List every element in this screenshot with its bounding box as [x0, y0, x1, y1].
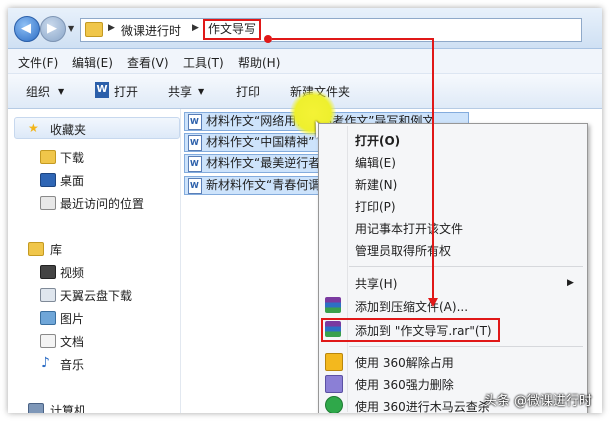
- download-folder-icon: [40, 150, 56, 164]
- menu-view[interactable]: 查看(V): [127, 54, 169, 71]
- menu-separator: [349, 346, 583, 347]
- nav-computer[interactable]: 计算机: [50, 402, 86, 413]
- menu-separator: [349, 266, 583, 267]
- nav-music[interactable]: 音乐: [60, 356, 84, 373]
- ctx-add-to-rar[interactable]: 添加到 "作文导写.rar"(T): [355, 322, 492, 339]
- word-document-icon: [188, 135, 202, 151]
- music-icon: ♪: [41, 355, 50, 371]
- menu-file[interactable]: 文件(F): [18, 54, 58, 71]
- recent-places-icon: [40, 196, 56, 210]
- winrar-icon: [325, 297, 341, 313]
- ctx-add-archive[interactable]: 添加到压缩文件(A)...: [355, 298, 468, 315]
- file-item[interactable]: 新材料作文“青春何谓”: [184, 176, 333, 195]
- file-name: 材料作文“中国精神”: [206, 135, 315, 149]
- organize-button[interactable]: 组织: [26, 83, 50, 100]
- explorer-window: ◀ ▶ ▼ ▶ 微课进行时 ▶ 作文导写 文件(F) 编辑(E) 查看(V) 工…: [8, 8, 602, 413]
- nav-desktop[interactable]: 桌面: [60, 172, 84, 189]
- nav-libraries[interactable]: 库: [50, 241, 62, 258]
- breadcrumb-current[interactable]: 作文导写: [203, 19, 262, 40]
- annotation-arrow-icon: [428, 298, 438, 307]
- file-name: 新材料作文“青春何谓”: [206, 178, 327, 192]
- back-arrow-icon: ◀: [21, 21, 31, 36]
- pictures-icon: [40, 311, 56, 325]
- menu-tools[interactable]: 工具(T): [183, 54, 224, 71]
- ctx-edit[interactable]: 编辑(E): [355, 154, 396, 171]
- video-icon: [40, 265, 56, 279]
- annotation-line: [432, 38, 434, 300]
- favorites-highlight: [14, 117, 180, 139]
- print-button[interactable]: 打印: [236, 83, 260, 100]
- nav-video[interactable]: 视频: [60, 264, 84, 281]
- forward-arrow-icon: ▶: [47, 21, 57, 36]
- nav-downloads[interactable]: 下载: [60, 149, 84, 166]
- menu-bar: 文件(F) 编辑(E) 查看(V) 工具(T) 帮助(H): [8, 49, 602, 74]
- nav-documents[interactable]: 文档: [60, 333, 84, 350]
- caret-down-icon[interactable]: ▼: [58, 87, 64, 96]
- star-icon: ★: [28, 121, 39, 135]
- nav-recent[interactable]: 最近访问的位置: [60, 195, 144, 212]
- word-document-icon: [188, 156, 202, 172]
- documents-icon: [40, 334, 56, 348]
- library-icon: [28, 242, 44, 256]
- watermark: 头条 @微课进行时: [483, 394, 592, 409]
- cloud-download-icon: [40, 288, 56, 302]
- computer-icon: [28, 403, 44, 413]
- caret-down-icon[interactable]: ▼: [198, 87, 204, 96]
- chevron-right-icon[interactable]: ▶: [192, 23, 199, 33]
- ctx-notepad[interactable]: 用记事本打开该文件: [355, 220, 463, 237]
- breadcrumb-item[interactable]: 微课进行时: [121, 22, 181, 39]
- navigation-pane: ★ 收藏夹 下载 桌面 最近访问的位置 库 视频 天翼云盘下载 图片 文档 ♪ …: [8, 109, 181, 413]
- chevron-right-icon[interactable]: ▶: [108, 23, 115, 33]
- nav-tianyi[interactable]: 天翼云盘下载: [60, 287, 132, 304]
- context-menu: 打开(O) 编辑(E) 新建(N) 打印(P) 用记事本打开该文件 管理员取得所…: [318, 123, 588, 413]
- desktop-icon: [40, 173, 56, 187]
- ctx-print[interactable]: 打印(P): [355, 198, 396, 215]
- word-document-icon: [188, 178, 202, 194]
- ctx-360-scan[interactable]: 使用 360进行木马云查杀: [355, 398, 490, 413]
- forward-button[interactable]: ▶: [40, 16, 66, 42]
- nav-favorites[interactable]: 收藏夹: [50, 121, 86, 138]
- menu-edit[interactable]: 编辑(E): [72, 54, 113, 71]
- history-dropdown-icon[interactable]: ▼: [68, 24, 74, 33]
- winrar-icon: [325, 321, 341, 337]
- ctx-take-ownership[interactable]: 管理员取得所有权: [355, 242, 451, 259]
- ctx-360-unlock[interactable]: 使用 360解除占用: [355, 354, 454, 371]
- shred-icon: [325, 375, 343, 393]
- file-item[interactable]: 材料作文“最美逆行者”: [184, 154, 333, 173]
- open-button[interactable]: 打开: [114, 83, 138, 100]
- folder-icon: [85, 22, 103, 37]
- menu-help[interactable]: 帮助(H): [238, 54, 280, 71]
- file-name: 材料作文“最美逆行者”: [206, 156, 327, 170]
- annotation-line: [272, 38, 434, 40]
- shield-icon: [325, 396, 343, 413]
- annotation-dot: [264, 35, 272, 43]
- submenu-arrow-icon: ▶: [567, 278, 574, 288]
- word-document-icon: [188, 114, 202, 130]
- back-button[interactable]: ◀: [14, 16, 40, 42]
- ctx-new[interactable]: 新建(N): [355, 176, 397, 193]
- ctx-360-delete[interactable]: 使用 360强力删除: [355, 376, 454, 393]
- share-button[interactable]: 共享: [168, 83, 192, 100]
- menu-gutter: [347, 126, 348, 412]
- nav-pictures[interactable]: 图片: [60, 310, 84, 327]
- ctx-open[interactable]: 打开(O): [355, 132, 400, 149]
- unlock-icon: [325, 353, 343, 371]
- word-icon: W: [95, 82, 109, 98]
- address-bar: ◀ ▶ ▼ ▶ 微课进行时 ▶ 作文导写: [8, 8, 602, 49]
- ctx-share[interactable]: 共享(H): [355, 275, 397, 292]
